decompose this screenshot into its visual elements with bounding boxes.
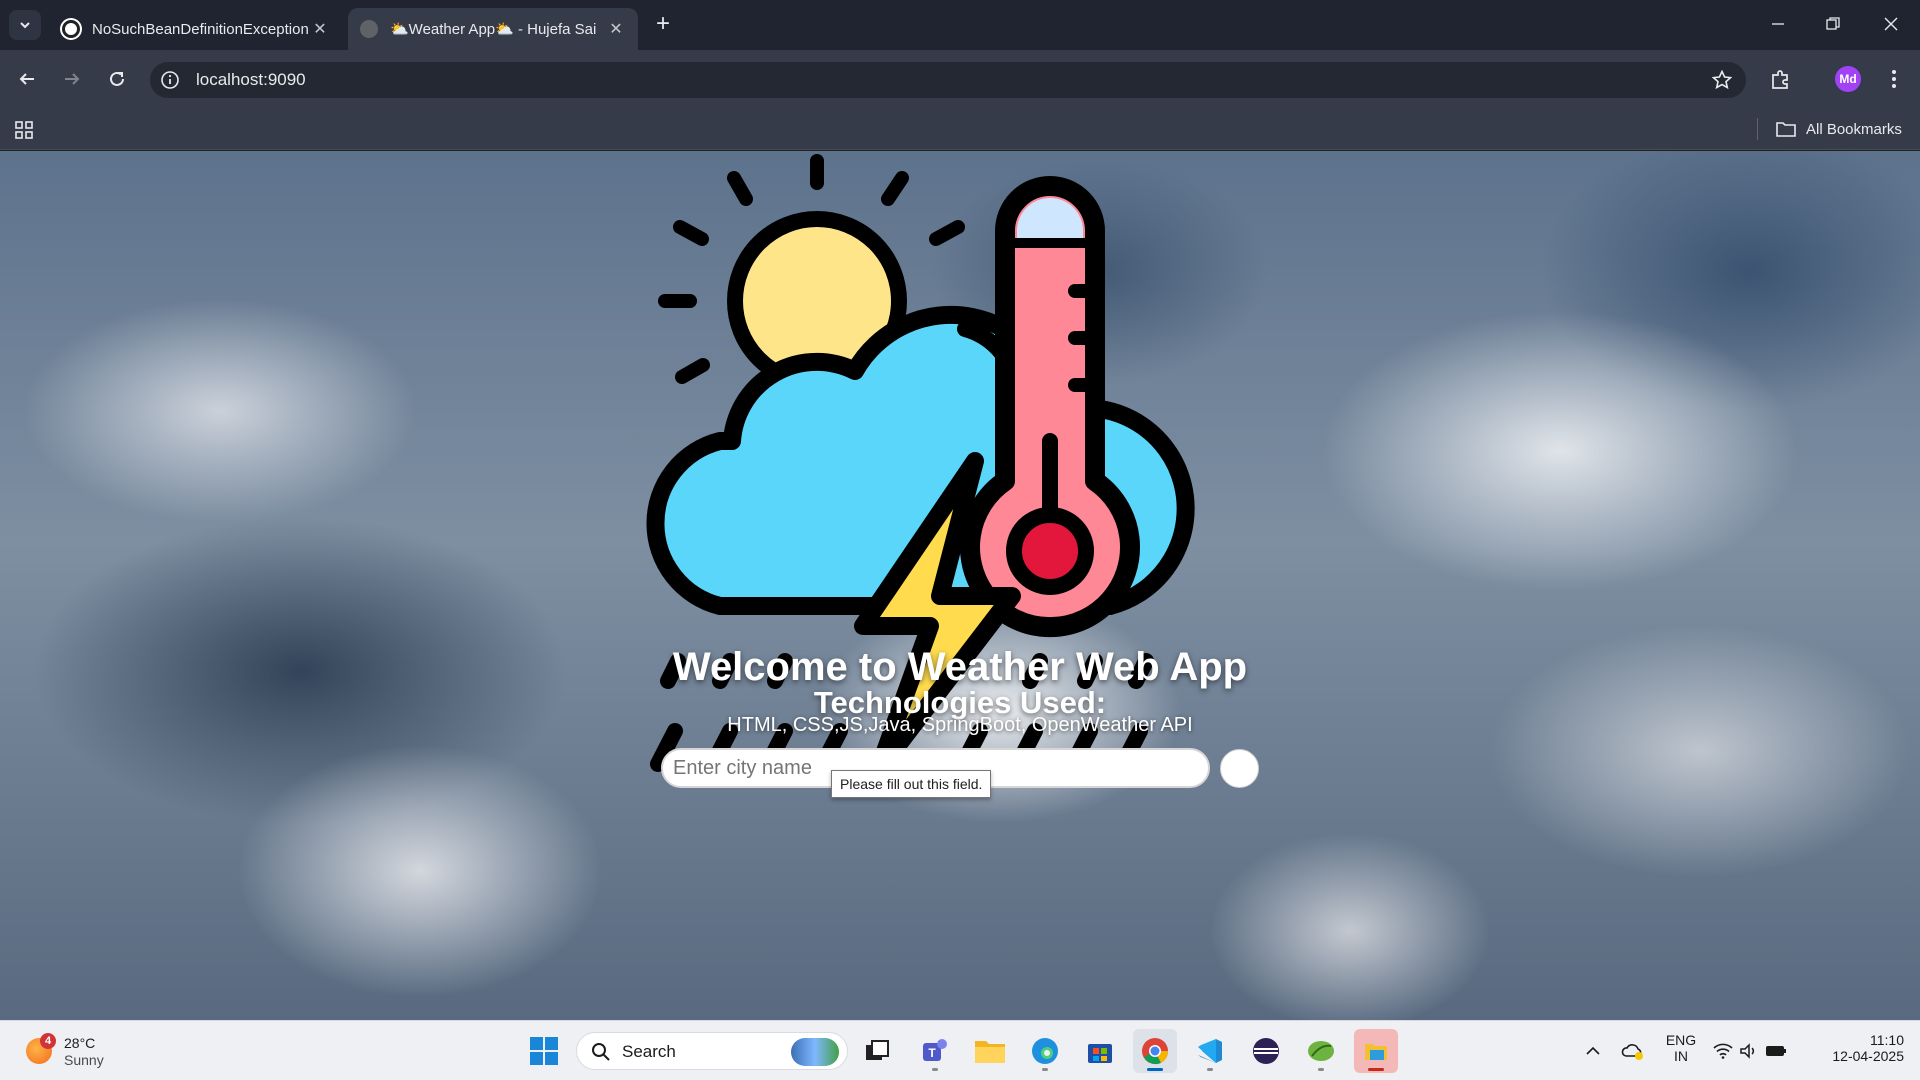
clock[interactable]: 11:10 12-04-2025 xyxy=(1812,1032,1904,1064)
edge-icon xyxy=(1032,1038,1058,1064)
weather-widget[interactable]: 4 28°C Sunny xyxy=(26,1033,146,1069)
restore-button[interactable] xyxy=(1810,8,1856,40)
store-icon xyxy=(1088,1044,1112,1063)
onedrive-status-button[interactable] xyxy=(1618,1029,1648,1073)
windows-logo-icon xyxy=(530,1037,558,1065)
windows-taskbar: 4 28°C Sunny Search T ENG IN 11:10 12-04… xyxy=(0,1020,1920,1080)
eclipse-icon xyxy=(1253,1038,1279,1064)
chevron-down-icon xyxy=(20,22,30,29)
reload-button[interactable] xyxy=(101,63,133,95)
search-label: Search xyxy=(622,1042,676,1061)
app-running-indicator xyxy=(1042,1068,1048,1071)
chevron-up-icon xyxy=(1586,1046,1600,1055)
chrome-icon xyxy=(1142,1038,1169,1065)
close-icon xyxy=(1884,17,1898,31)
start-button[interactable] xyxy=(522,1029,566,1073)
weather-temperature: 28°C xyxy=(64,1035,96,1051)
back-button[interactable] xyxy=(11,63,43,95)
vscode-icon xyxy=(1198,1039,1222,1063)
browser-toolbar: localhost:9090 Md xyxy=(0,50,1920,108)
quick-settings-button[interactable] xyxy=(1712,1029,1788,1073)
language-indicator[interactable]: ENG IN xyxy=(1660,1032,1702,1064)
page-viewport: Welcome to Weather Web App Technologies … xyxy=(0,151,1920,1020)
site-info-icon[interactable] xyxy=(160,70,180,90)
wifi-icon xyxy=(1713,1043,1733,1059)
taskbar-search-box[interactable]: Search xyxy=(576,1032,848,1070)
all-bookmarks-button[interactable]: All Bookmarks xyxy=(1776,108,1902,150)
folder-icon xyxy=(975,1041,1005,1063)
spring-tools-app[interactable] xyxy=(1299,1029,1343,1073)
forward-button[interactable] xyxy=(56,63,88,95)
cloud-warning-icon xyxy=(1621,1044,1643,1060)
extensions-button[interactable] xyxy=(1767,65,1795,93)
file-folder-icon xyxy=(1365,1044,1387,1060)
tab-title: ⛅Weather App⛅ - Hujefa Sai xyxy=(390,21,597,38)
restore-icon xyxy=(1826,17,1840,30)
teams-app[interactable]: T xyxy=(913,1029,957,1073)
puzzle-icon xyxy=(1772,70,1788,89)
bookmark-star-icon[interactable] xyxy=(1712,70,1732,90)
openai-favicon-icon xyxy=(62,20,80,38)
globe-favicon-icon xyxy=(360,20,378,38)
welcome-heading: Welcome to Weather Web App xyxy=(672,645,1248,689)
bookmarks-divider xyxy=(1757,118,1758,140)
app-active-indicator xyxy=(1368,1068,1384,1071)
task-view-button[interactable] xyxy=(855,1029,899,1073)
more-vertical-icon xyxy=(1892,70,1896,88)
spring-leaf-icon xyxy=(1308,1041,1334,1061)
app-active-indicator xyxy=(1147,1068,1163,1071)
minimize-icon xyxy=(1772,23,1784,25)
close-window-button[interactable] xyxy=(1868,8,1914,40)
folder-icon xyxy=(1776,122,1796,137)
profile-avatar[interactable]: Md xyxy=(1835,66,1861,92)
language-code: ENG xyxy=(1665,1032,1697,1048)
arrow-right-icon xyxy=(65,73,80,85)
files-app[interactable] xyxy=(1354,1029,1398,1073)
validation-tooltip: Please fill out this field. xyxy=(831,770,992,798)
technologies-list: HTML, CSS,JS,Java, SpringBoot, OpenWeath… xyxy=(727,714,1193,736)
bookmarks-bar: All Bookmarks xyxy=(0,108,1920,150)
apps-grid-icon[interactable] xyxy=(14,120,34,140)
eclipse-app[interactable] xyxy=(1244,1029,1288,1073)
app-running-indicator xyxy=(1207,1068,1213,1071)
app-running-indicator xyxy=(1318,1068,1324,1071)
file-explorer-app[interactable] xyxy=(968,1029,1012,1073)
region-code: IN xyxy=(1674,1048,1688,1064)
reload-icon xyxy=(110,71,124,86)
address-bar[interactable]: localhost:9090 xyxy=(150,62,1746,98)
tab-close-icon[interactable]: ✕ xyxy=(310,19,330,39)
edge-app[interactable] xyxy=(1023,1029,1067,1073)
search-highlight-icon xyxy=(791,1038,839,1066)
chrome-menu-button[interactable] xyxy=(1880,65,1908,93)
tab-title: NoSuchBeanDefinitionException xyxy=(92,20,309,38)
tab-nosuchbean[interactable]: NoSuchBeanDefinitionException ✕ xyxy=(50,8,342,50)
svg-text:T: T xyxy=(928,1046,936,1060)
url-text[interactable]: localhost:9090 xyxy=(196,62,306,98)
all-bookmarks-label: All Bookmarks xyxy=(1806,120,1902,138)
show-hidden-icons-button[interactable] xyxy=(1580,1029,1606,1073)
volume-icon xyxy=(1740,1043,1755,1059)
search-icon xyxy=(592,1043,610,1061)
weather-condition: Sunny xyxy=(64,1052,104,1068)
notification-badge: 4 xyxy=(40,1033,56,1049)
app-running-indicator xyxy=(932,1068,938,1071)
teams-icon: T xyxy=(923,1039,947,1061)
new-tab-button[interactable]: + xyxy=(650,12,676,38)
battery-icon xyxy=(1766,1046,1786,1056)
tab-close-icon[interactable]: ✕ xyxy=(606,19,626,39)
browser-titlebar: NoSuchBeanDefinitionException ✕ ⛅Weather… xyxy=(0,0,1920,50)
search-submit-button[interactable] xyxy=(1220,749,1259,788)
minimize-button[interactable] xyxy=(1755,8,1801,40)
chrome-app[interactable] xyxy=(1133,1029,1177,1073)
microsoft-store-app[interactable] xyxy=(1078,1029,1122,1073)
tab-weather-app[interactable]: ⛅Weather App⛅ - Hujefa Sai ✕ xyxy=(348,8,638,50)
task-view-icon xyxy=(866,1040,889,1060)
clock-time: 11:10 xyxy=(1870,1032,1904,1048)
vscode-app[interactable] xyxy=(1188,1029,1232,1073)
tab-search-button[interactable] xyxy=(9,10,41,40)
arrow-left-icon xyxy=(19,73,34,85)
clock-date: 12-04-2025 xyxy=(1832,1048,1904,1064)
